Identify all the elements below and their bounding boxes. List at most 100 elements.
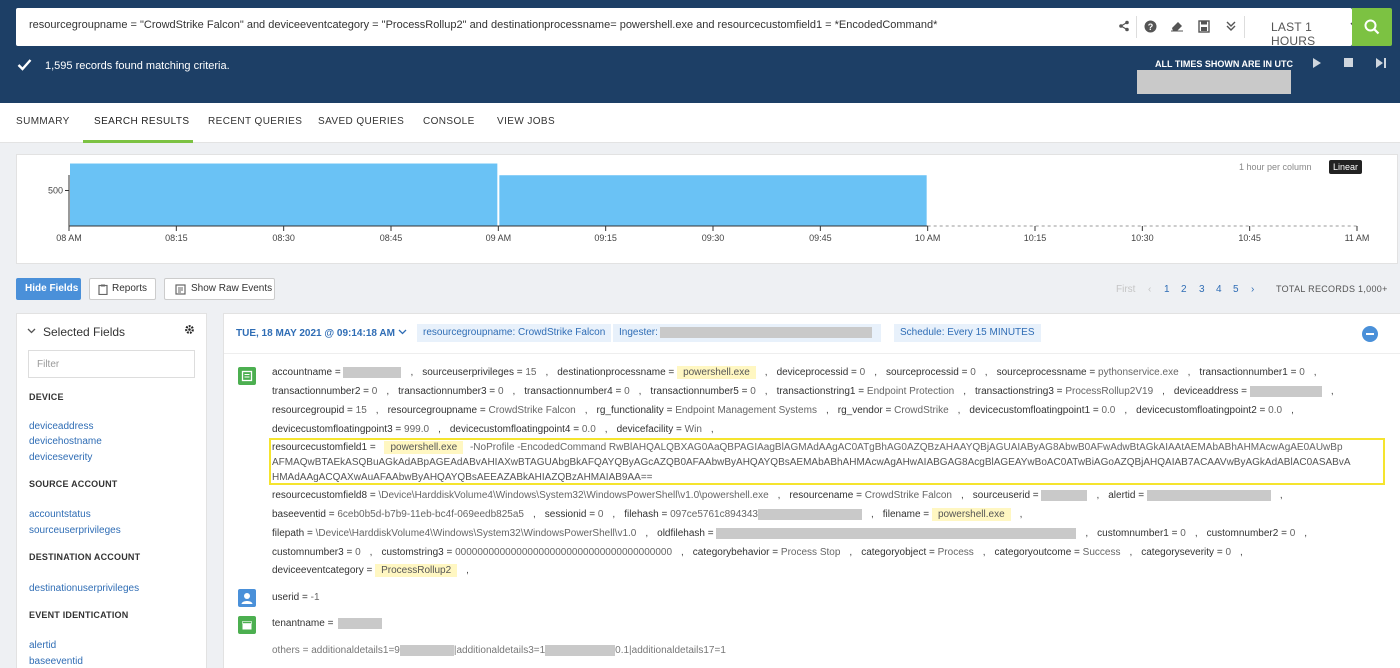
pager-page-5[interactable]: 5 (1233, 284, 1239, 295)
field-value[interactable]: Success (1083, 547, 1121, 558)
gear-icon[interactable] (184, 324, 195, 338)
field-value[interactable]: CrowdStrike (894, 405, 948, 416)
field-value[interactable]: 6ceb0b5d-b7b9-11eb-bc4f-069eedb825a5 (337, 509, 524, 520)
redacted-value (1249, 386, 1322, 397)
time-range-dropdown[interactable]: LAST 1 HOURS (1271, 20, 1352, 48)
histogram-chart[interactable]: 08 AM 08:15 08:30 08:45 09 AM 09:15 09:30 09:45… (17, 155, 1397, 263)
field-key: categoryoutcome = (994, 547, 1080, 558)
field-value[interactable]: 0.0 (1101, 405, 1115, 416)
field-value[interactable]: 0 (355, 547, 361, 558)
field-deviceseverity[interactable]: deviceseverity (29, 452, 92, 463)
field-value[interactable]: 15 (356, 405, 367, 416)
tab-search-results[interactable]: SEARCH RESULTS (94, 116, 189, 127)
field-value[interactable]: 0 (1180, 528, 1186, 539)
field-value[interactable]: 0 (498, 386, 504, 397)
field-value[interactable]: 0 (624, 386, 630, 397)
query-text[interactable]: resourcegroupname = "CrowdStrike Falcon"… (29, 19, 937, 31)
field-value[interactable]: Process Stop (781, 547, 840, 558)
pager-next[interactable]: › (1251, 284, 1254, 295)
pager-page-1[interactable]: 1 (1164, 284, 1170, 295)
field-separator: , (764, 367, 768, 379)
highlight-value[interactable]: powershell.exe (384, 441, 464, 454)
x-tick-label: 10 AM (915, 233, 941, 243)
pager-first[interactable]: First (1116, 284, 1135, 295)
field-key: resourcecustomfield8 = (272, 490, 376, 502)
tab-view-jobs[interactable]: VIEW JOBS (497, 116, 555, 127)
highlight-value[interactable]: powershell.exe (931, 508, 1011, 522)
field-key: deviceeventcategory = (272, 565, 373, 576)
step-forward-icon[interactable] (1375, 57, 1387, 72)
play-icon[interactable] (1312, 57, 1322, 72)
scale-toggle[interactable]: Linear (1329, 160, 1363, 174)
field-alertid[interactable]: alertid (29, 640, 56, 651)
stop-icon[interactable] (1343, 57, 1354, 72)
field-value[interactable]: 0 (372, 386, 378, 397)
tag-schedule[interactable]: Schedule: Every 15 MINUTES (894, 324, 1041, 342)
tab-console[interactable]: CONSOLE (423, 116, 475, 127)
x-tick-label: 10:45 (1238, 233, 1261, 243)
chevron-down-icon[interactable] (27, 326, 36, 337)
field-destinationuserprivileges[interactable]: destinationuserprivileges (29, 583, 139, 594)
field-value[interactable]: 0 (1225, 547, 1231, 558)
show-raw-events-button[interactable]: Show Raw Events (164, 278, 275, 300)
help-icon[interactable]: ? (1142, 20, 1158, 36)
field-value[interactable]: ProcessRollup2V19 (1065, 386, 1153, 397)
field-accountstatus[interactable]: accountstatus (29, 509, 91, 520)
pager-prev[interactable]: ‹ (1148, 284, 1151, 295)
chevron-down-icon[interactable] (398, 326, 407, 341)
field-value[interactable]: Endpoint Protection (867, 386, 954, 397)
event-timestamp[interactable]: TUE, 18 MAY 2021 @ 09:14:18 AM (236, 328, 395, 339)
field-value[interactable]: 0.0 (1268, 405, 1282, 416)
field-separator: , (1124, 405, 1128, 416)
field-devicehostname[interactable]: devicehostname (29, 436, 102, 447)
field-value[interactable]: 0.0 (582, 424, 596, 435)
tab-recent-queries[interactable]: RECENT QUERIES (208, 116, 302, 127)
field-value[interactable]: Win (685, 424, 702, 435)
query-input-box[interactable]: resourcegroupname = "CrowdStrike Falcon"… (16, 8, 1359, 48)
field-value[interactable]: 15 (525, 367, 536, 378)
field-value[interactable]: CrowdStrike Falcon (865, 490, 952, 501)
field-value[interactable]: \Device\HarddiskVolume4\Windows\System32… (316, 528, 637, 539)
field-value[interactable]: 000000000000000000000000000000000000000 (455, 547, 672, 558)
save-icon[interactable] (1196, 20, 1212, 36)
eraser-icon[interactable] (1169, 20, 1185, 36)
pager-page-3[interactable]: 3 (1199, 284, 1205, 295)
tag-ingester[interactable]: Ingester: (613, 324, 881, 342)
search-button[interactable] (1352, 8, 1392, 46)
sidebar-title[interactable]: Selected Fields (43, 325, 125, 339)
share-icon[interactable] (1116, 20, 1132, 36)
field-value[interactable]: Process (938, 547, 974, 558)
field-separator: , (961, 490, 964, 502)
field-value[interactable]: 999.0 (404, 424, 429, 435)
double-chevron-down-icon[interactable] (1223, 20, 1239, 36)
field-deviceaddress[interactable]: deviceaddress (29, 421, 93, 432)
collapse-button[interactable] (1362, 326, 1378, 342)
fields-filter-input[interactable] (28, 350, 195, 378)
pager-page-4[interactable]: 4 (1216, 284, 1222, 295)
hide-fields-button[interactable]: Hide Fields (16, 278, 81, 300)
field-baseeventid[interactable]: baseeventid (29, 656, 83, 667)
x-tick-label: 10:15 (1024, 233, 1047, 243)
field-value[interactable]: 0 (598, 509, 604, 520)
field-separator: , (1240, 547, 1243, 558)
highlight-value[interactable]: powershell.exe (677, 366, 756, 380)
field-value[interactable]: \Device\HarddiskVolume4\Windows\System32… (378, 490, 768, 501)
event-details-panel: TUE, 18 MAY 2021 @ 09:14:18 AM resourceg… (223, 313, 1400, 668)
highlight-value[interactable]: ProcessRollup2 (375, 564, 458, 577)
reports-button[interactable]: Reports (89, 278, 156, 300)
field-value[interactable]: pythonservice.exe (1098, 367, 1179, 378)
field-value[interactable]: 0 (970, 367, 976, 378)
field-line: customnumber3 = 0, customstring3 = 000000… (272, 547, 1252, 558)
field-sourceuserprivileges[interactable]: sourceuserprivileges (29, 525, 121, 536)
field-value[interactable]: 097ce5761c894343 (670, 509, 758, 520)
pager-page-2[interactable]: 2 (1181, 284, 1187, 295)
tab-summary[interactable]: SUMMARY (16, 116, 70, 127)
field-value[interactable]: Endpoint Management Systems (675, 405, 817, 416)
field-value[interactable]: 0 (860, 367, 866, 378)
field-value[interactable]: 0 (750, 386, 756, 397)
field-value[interactable]: 0 (1299, 367, 1305, 378)
tab-saved-queries[interactable]: SAVED QUERIES (318, 116, 404, 127)
field-value[interactable]: CrowdStrike Falcon (488, 405, 575, 416)
field-value[interactable]: 0 (1290, 528, 1296, 539)
tag-resourcegroupname[interactable]: resourcegroupname: CrowdStrike Falcon (417, 324, 612, 342)
